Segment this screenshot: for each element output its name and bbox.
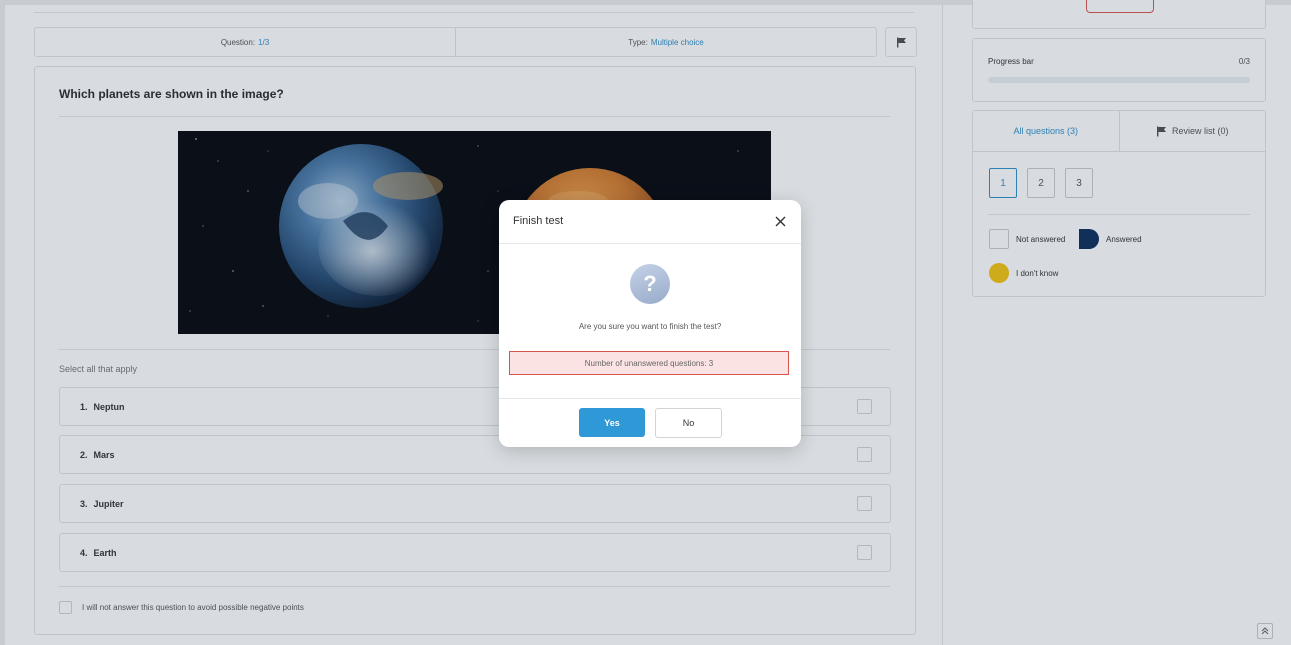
dialog-title: Finish test [513, 215, 564, 227]
dialog-message: Are you sure you want to finish the test… [578, 322, 722, 331]
no-button[interactable]: No [655, 408, 722, 438]
question-mark-glyph: ? [643, 271, 657, 296]
close-icon [775, 216, 785, 226]
finish-test-dialog: Finish test ? Are you sure you want to f… [499, 200, 801, 447]
unanswered-warning-text: Number of unanswered questions: 3 [584, 358, 714, 368]
unanswered-warning: Number of unanswered questions: 3 [509, 351, 789, 375]
dialog-header: Finish test [499, 200, 801, 244]
dialog-footer-divider [499, 398, 801, 399]
yes-button[interactable]: Yes [579, 408, 645, 437]
question-mark-icon: ? [630, 264, 670, 304]
close-dialog-button[interactable] [771, 212, 789, 230]
